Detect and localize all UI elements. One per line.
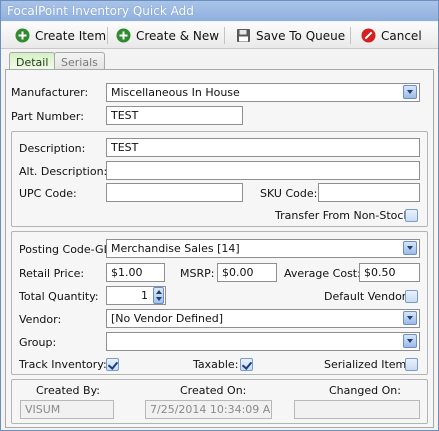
created-on-label: Created On:	[180, 384, 247, 397]
quick-add-window: FocalPoint Inventory Quick Add Create It…	[0, 0, 439, 431]
changed-on-label: Changed On:	[329, 384, 401, 397]
cancel-button[interactable]: Cancel	[357, 25, 426, 46]
track-inventory-label: Track Inventory:	[19, 358, 107, 371]
vendor-dropdown[interactable]: [No Vendor Defined]	[106, 309, 420, 328]
toolbar-separator	[350, 27, 351, 44]
serialized-item-label: Serialized Item:	[324, 358, 410, 371]
add-circle-icon	[116, 28, 131, 43]
sku-label: SKU Code:	[260, 187, 318, 200]
transfer-label: Transfer From Non-Stock:	[275, 209, 414, 222]
create-item-button[interactable]: Create Item	[11, 25, 110, 46]
toolbar: Create Item Create & New Save To Queue C…	[1, 22, 438, 49]
toolbar-separator	[224, 27, 225, 44]
save-disk-icon	[237, 29, 250, 42]
window-title: FocalPoint Inventory Quick Add	[1, 1, 438, 21]
description-label: Description:	[19, 142, 86, 155]
manufacturer-value: Miscellaneous In House	[111, 86, 240, 99]
pricing-group: Posting Code-GL: Merchandise Sales [14] …	[11, 231, 428, 375]
group-label: Group:	[19, 336, 57, 349]
serialized-item-checkbox[interactable]	[405, 358, 418, 371]
group-dropdown[interactable]	[106, 332, 420, 351]
chevron-down-icon[interactable]	[403, 241, 417, 255]
save-to-queue-button[interactable]: Save To Queue	[232, 25, 349, 46]
default-vendor-label: Default Vendor:	[324, 290, 410, 303]
create-item-label: Create Item	[35, 28, 107, 43]
posting-code-value: Merchandise Sales [14]	[111, 242, 240, 255]
default-vendor-checkbox[interactable]	[405, 290, 418, 303]
alt-description-field[interactable]	[106, 161, 420, 180]
alt-description-label: Alt. Description:	[19, 165, 108, 178]
cancel-label: Cancel	[381, 28, 422, 43]
save-to-queue-label: Save To Queue	[256, 28, 346, 43]
part-number-label: Part Number:	[11, 110, 84, 123]
taxable-checkbox[interactable]	[240, 358, 253, 371]
quantity-stepper[interactable]	[153, 287, 164, 304]
upc-field[interactable]	[106, 183, 243, 202]
chevron-down-icon[interactable]	[403, 334, 417, 348]
average-cost-label: Average Cost:	[284, 267, 361, 280]
created-by-label: Created By:	[36, 384, 100, 397]
average-cost-field[interactable]: $0.50	[359, 263, 420, 282]
vendor-value: [No Vendor Defined]	[111, 312, 224, 325]
add-circle-icon	[15, 28, 30, 43]
created-on-field: 7/25/2014 10:34:09 AM	[145, 400, 272, 419]
sku-field[interactable]	[318, 183, 420, 202]
chevron-down-icon[interactable]	[403, 311, 417, 325]
create-new-label: Create & New	[136, 28, 220, 43]
track-inventory-checkbox[interactable]	[106, 358, 119, 371]
create-new-button[interactable]: Create & New	[112, 25, 223, 46]
chevron-down-icon[interactable]	[403, 85, 417, 99]
part-number-field[interactable]: TEST	[106, 106, 243, 125]
posting-code-label: Posting Code-GL:	[19, 243, 114, 256]
toolbar-separator	[107, 27, 108, 44]
posting-code-dropdown[interactable]: Merchandise Sales [14]	[106, 239, 420, 258]
audit-group: Created By: VISUM Created On: 7/25/2014 …	[11, 379, 428, 424]
upc-label: UPC Code:	[19, 187, 77, 200]
taxable-label: Taxable:	[193, 358, 239, 371]
manufacturer-label: Manufacturer:	[11, 86, 89, 99]
total-quantity-label: Total Quantity:	[19, 290, 99, 303]
created-by-field: VISUM	[20, 400, 114, 419]
msrp-label: MSRP:	[180, 267, 215, 280]
manufacturer-dropdown[interactable]: Miscellaneous In House	[106, 83, 420, 102]
description-field[interactable]: TEST	[106, 138, 420, 157]
detail-panel: Manufacturer: Miscellaneous In House Par…	[5, 69, 434, 428]
retail-price-field[interactable]: $1.00	[106, 263, 165, 282]
description-group: Description: TEST Alt. Description: UPC …	[11, 131, 428, 227]
changed-on-field	[294, 400, 420, 419]
msrp-field[interactable]: $0.00	[217, 263, 277, 282]
cancel-icon	[361, 28, 376, 43]
transfer-checkbox[interactable]	[405, 209, 418, 222]
retail-price-label: Retail Price:	[19, 267, 85, 280]
vendor-label: Vendor:	[19, 313, 62, 326]
